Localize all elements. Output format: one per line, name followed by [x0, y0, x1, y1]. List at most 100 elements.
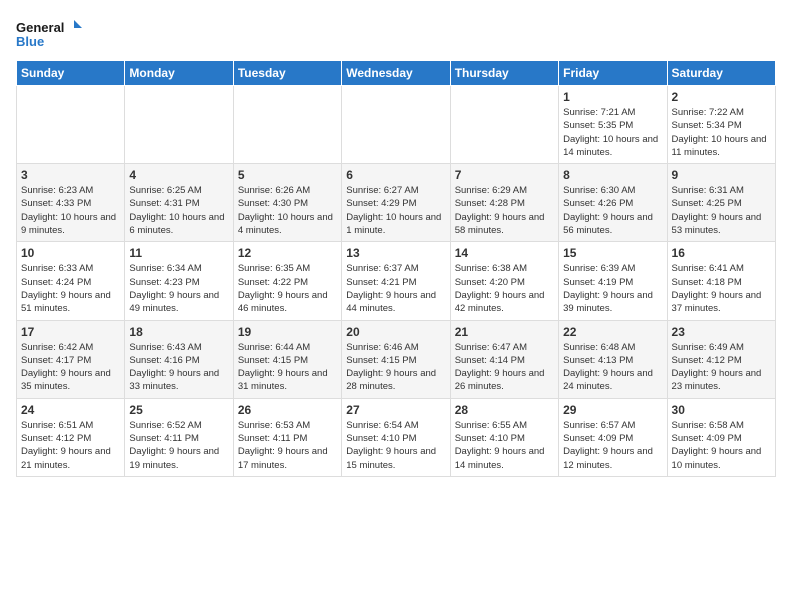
calendar-cell: 16 Sunrise: 6:41 AM Sunset: 4:18 PM Dayli…: [667, 242, 775, 320]
day-info: Sunrise: 7:22 AM Sunset: 5:34 PM Dayligh…: [672, 106, 771, 159]
calendar-cell: 22 Sunrise: 6:48 AM Sunset: 4:13 PM Dayli…: [559, 320, 667, 398]
calendar-cell: 21 Sunrise: 6:47 AM Sunset: 4:14 PM Dayli…: [450, 320, 558, 398]
calendar-cell: [342, 86, 450, 164]
day-header-tuesday: Tuesday: [233, 61, 341, 86]
day-number: 3: [21, 168, 120, 182]
day-info: Sunrise: 6:27 AM Sunset: 4:29 PM Dayligh…: [346, 184, 445, 237]
day-number: 12: [238, 246, 337, 260]
day-number: 20: [346, 325, 445, 339]
day-info: Sunrise: 6:51 AM Sunset: 4:12 PM Dayligh…: [21, 419, 120, 472]
day-info: Sunrise: 6:35 AM Sunset: 4:22 PM Dayligh…: [238, 262, 337, 315]
calendar-cell: [125, 86, 233, 164]
day-info: Sunrise: 6:43 AM Sunset: 4:16 PM Dayligh…: [129, 341, 228, 394]
day-number: 21: [455, 325, 554, 339]
day-info: Sunrise: 6:55 AM Sunset: 4:10 PM Dayligh…: [455, 419, 554, 472]
day-number: 14: [455, 246, 554, 260]
header: General Blue: [16, 16, 776, 56]
day-info: Sunrise: 6:42 AM Sunset: 4:17 PM Dayligh…: [21, 341, 120, 394]
day-number: 28: [455, 403, 554, 417]
day-info: Sunrise: 6:58 AM Sunset: 4:09 PM Dayligh…: [672, 419, 771, 472]
calendar-cell: 7 Sunrise: 6:29 AM Sunset: 4:28 PM Daylig…: [450, 164, 558, 242]
day-info: Sunrise: 6:41 AM Sunset: 4:18 PM Dayligh…: [672, 262, 771, 315]
day-header-thursday: Thursday: [450, 61, 558, 86]
calendar-cell: 9Sunrise: 6:31 AM Sunset: 4:25 PM Daylig…: [667, 164, 775, 242]
calendar-cell: 12 Sunrise: 6:35 AM Sunset: 4:22 PM Dayli…: [233, 242, 341, 320]
calendar-cell: 14 Sunrise: 6:38 AM Sunset: 4:20 PM Dayli…: [450, 242, 558, 320]
day-header-wednesday: Wednesday: [342, 61, 450, 86]
calendar-cell: 27Sunrise: 6:54 AM Sunset: 4:10 PM Dayli…: [342, 398, 450, 476]
day-number: 27: [346, 403, 445, 417]
calendar-cell: 18 Sunrise: 6:43 AM Sunset: 4:16 PM Dayli…: [125, 320, 233, 398]
day-number: 13: [346, 246, 445, 260]
day-info: Sunrise: 6:47 AM Sunset: 4:14 PM Dayligh…: [455, 341, 554, 394]
calendar-cell: 5 Sunrise: 6:26 AM Sunset: 4:30 PM Daylig…: [233, 164, 341, 242]
calendar-table: SundayMondayTuesdayWednesdayThursdayFrid…: [16, 60, 776, 477]
calendar-cell: 3 Sunrise: 6:23 AM Sunset: 4:33 PM Daylig…: [17, 164, 125, 242]
calendar-week-3: 10 Sunrise: 6:33 AM Sunset: 4:24 PM Dayli…: [17, 242, 776, 320]
calendar-cell: 26Sunrise: 6:53 AM Sunset: 4:11 PM Dayli…: [233, 398, 341, 476]
calendar-week-1: 1 Sunrise: 7:21 AM Sunset: 5:35 PM Daylig…: [17, 86, 776, 164]
logo: General Blue: [16, 16, 86, 56]
day-info: Sunrise: 6:53 AM Sunset: 4:11 PM Dayligh…: [238, 419, 337, 472]
calendar-cell: 23Sunrise: 6:49 AM Sunset: 4:12 PM Dayli…: [667, 320, 775, 398]
day-header-saturday: Saturday: [667, 61, 775, 86]
day-number: 22: [563, 325, 662, 339]
day-number: 11: [129, 246, 228, 260]
day-number: 29: [563, 403, 662, 417]
day-info: Sunrise: 6:39 AM Sunset: 4:19 PM Dayligh…: [563, 262, 662, 315]
day-header-sunday: Sunday: [17, 61, 125, 86]
day-number: 8: [563, 168, 662, 182]
calendar-header: SundayMondayTuesdayWednesdayThursdayFrid…: [17, 61, 776, 86]
day-info: Sunrise: 6:44 AM Sunset: 4:15 PM Dayligh…: [238, 341, 337, 394]
day-number: 7: [455, 168, 554, 182]
day-info: Sunrise: 6:33 AM Sunset: 4:24 PM Dayligh…: [21, 262, 120, 315]
calendar-week-4: 17Sunrise: 6:42 AM Sunset: 4:17 PM Dayli…: [17, 320, 776, 398]
day-number: 6: [346, 168, 445, 182]
day-info: Sunrise: 6:48 AM Sunset: 4:13 PM Dayligh…: [563, 341, 662, 394]
day-info: Sunrise: 6:30 AM Sunset: 4:26 PM Dayligh…: [563, 184, 662, 237]
calendar-cell: 13Sunrise: 6:37 AM Sunset: 4:21 PM Dayli…: [342, 242, 450, 320]
svg-text:Blue: Blue: [16, 34, 44, 49]
calendar-cell: 10 Sunrise: 6:33 AM Sunset: 4:24 PM Dayli…: [17, 242, 125, 320]
day-number: 18: [129, 325, 228, 339]
day-number: 19: [238, 325, 337, 339]
day-info: Sunrise: 6:29 AM Sunset: 4:28 PM Dayligh…: [455, 184, 554, 237]
calendar-cell: 25Sunrise: 6:52 AM Sunset: 4:11 PM Dayli…: [125, 398, 233, 476]
calendar-cell: 1 Sunrise: 7:21 AM Sunset: 5:35 PM Daylig…: [559, 86, 667, 164]
day-info: Sunrise: 6:57 AM Sunset: 4:09 PM Dayligh…: [563, 419, 662, 472]
calendar-cell: 29 Sunrise: 6:57 AM Sunset: 4:09 PM Dayli…: [559, 398, 667, 476]
calendar-cell: 8 Sunrise: 6:30 AM Sunset: 4:26 PM Daylig…: [559, 164, 667, 242]
calendar-cell: 19 Sunrise: 6:44 AM Sunset: 4:15 PM Dayli…: [233, 320, 341, 398]
day-info: Sunrise: 6:23 AM Sunset: 4:33 PM Dayligh…: [21, 184, 120, 237]
logo-svg: General Blue: [16, 16, 86, 56]
day-info: Sunrise: 7:21 AM Sunset: 5:35 PM Dayligh…: [563, 106, 662, 159]
day-info: Sunrise: 6:52 AM Sunset: 4:11 PM Dayligh…: [129, 419, 228, 472]
day-number: 5: [238, 168, 337, 182]
day-number: 24: [21, 403, 120, 417]
calendar-cell: 30 Sunrise: 6:58 AM Sunset: 4:09 PM Dayli…: [667, 398, 775, 476]
day-number: 1: [563, 90, 662, 104]
calendar-cell: 4 Sunrise: 6:25 AM Sunset: 4:31 PM Daylig…: [125, 164, 233, 242]
svg-text:General: General: [16, 20, 64, 35]
calendar-cell: 28 Sunrise: 6:55 AM Sunset: 4:10 PM Dayli…: [450, 398, 558, 476]
day-number: 10: [21, 246, 120, 260]
day-info: Sunrise: 6:26 AM Sunset: 4:30 PM Dayligh…: [238, 184, 337, 237]
day-number: 2: [672, 90, 771, 104]
calendar-cell: 17Sunrise: 6:42 AM Sunset: 4:17 PM Dayli…: [17, 320, 125, 398]
day-info: Sunrise: 6:38 AM Sunset: 4:20 PM Dayligh…: [455, 262, 554, 315]
day-number: 4: [129, 168, 228, 182]
day-number: 15: [563, 246, 662, 260]
day-header-friday: Friday: [559, 61, 667, 86]
calendar-cell: [450, 86, 558, 164]
calendar-cell: [233, 86, 341, 164]
calendar-cell: [17, 86, 125, 164]
day-info: Sunrise: 6:31 AM Sunset: 4:25 PM Dayligh…: [672, 184, 771, 237]
calendar-cell: 20 Sunrise: 6:46 AM Sunset: 4:15 PM Dayli…: [342, 320, 450, 398]
day-number: 16: [672, 246, 771, 260]
day-info: Sunrise: 6:25 AM Sunset: 4:31 PM Dayligh…: [129, 184, 228, 237]
day-info: Sunrise: 6:46 AM Sunset: 4:15 PM Dayligh…: [346, 341, 445, 394]
day-info: Sunrise: 6:49 AM Sunset: 4:12 PM Dayligh…: [672, 341, 771, 394]
calendar-week-2: 3 Sunrise: 6:23 AM Sunset: 4:33 PM Daylig…: [17, 164, 776, 242]
day-number: 30: [672, 403, 771, 417]
calendar-cell: 15 Sunrise: 6:39 AM Sunset: 4:19 PM Dayli…: [559, 242, 667, 320]
